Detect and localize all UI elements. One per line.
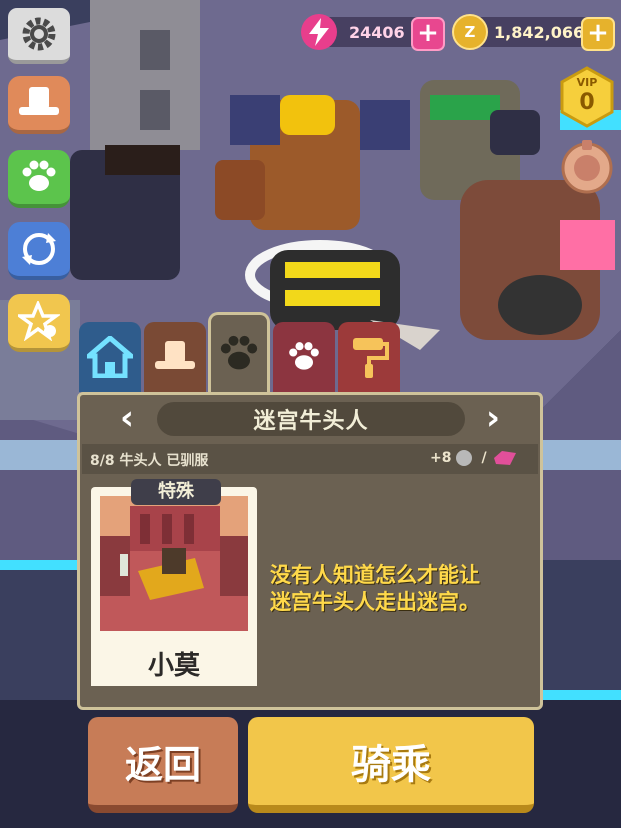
tab-hats[interactable] (144, 322, 206, 392)
back-button[interactable]: 返回 (88, 717, 238, 813)
next-animal-button[interactable]: › (478, 398, 508, 438)
cowboy-hat-icon (19, 87, 59, 115)
vip-level: 0 (579, 90, 595, 115)
animal-description: 没有人知道怎么才能让 迷宫牛头人走出迷宫。 (270, 562, 540, 616)
settings-button[interactable] (8, 8, 70, 64)
taming-reward: +8 / (430, 449, 518, 467)
achievements-button[interactable] (8, 294, 70, 352)
card-rarity-tag: 特殊 (131, 479, 221, 505)
exchange-icon (22, 233, 56, 265)
tab-home[interactable] (79, 322, 141, 392)
tab-paint[interactable] (338, 322, 400, 392)
card-name: 小莫 (147, 651, 200, 681)
tamed-count: 8/8 牛头人 已驯服 (90, 453, 209, 469)
cowboy-hat-icon (155, 341, 195, 369)
previous-animal-button[interactable]: ‹ (112, 398, 142, 438)
paw-icon (289, 342, 319, 370)
svg-text:Z: Z (465, 23, 476, 41)
add-coins-button[interactable]: + (581, 17, 615, 51)
description-line-1: 没有人知道怎么才能让 (270, 563, 480, 587)
reward-amount: +8 (430, 450, 452, 466)
reward-separator: / (481, 450, 487, 466)
paw-icon (22, 160, 56, 191)
home-icon (87, 336, 133, 378)
energy-value: 24406 (349, 22, 405, 42)
star-badge-icon (18, 301, 60, 341)
gear-icon (22, 17, 56, 51)
description-line-2: 迷宫牛头人走出迷宫。 (270, 590, 480, 614)
ticket-icon (493, 451, 516, 465)
animals-button[interactable] (8, 150, 70, 208)
animal-card-image (100, 496, 248, 631)
exchange-button[interactable] (8, 222, 70, 280)
coins-value: 1,842,066 (494, 22, 585, 42)
tab-animals-active[interactable] (208, 312, 270, 392)
vip-label: VIP (576, 76, 598, 89)
coin-icon (456, 450, 473, 466)
animal-title: 迷宫牛头人 (157, 402, 465, 436)
paw-icon (220, 335, 258, 369)
coin-icon: Z (452, 14, 488, 50)
lightning-icon (301, 14, 337, 50)
vip-badge[interactable]: VIP 0 (560, 66, 614, 128)
tab-pets[interactable] (273, 322, 335, 392)
add-energy-button[interactable]: + (411, 17, 445, 51)
chest-timer-button[interactable] (560, 138, 614, 196)
hats-button[interactable] (8, 76, 70, 134)
chest-icon (561, 140, 613, 194)
paint-roller-icon (353, 338, 389, 378)
ride-button[interactable]: 骑乘 (248, 717, 534, 813)
